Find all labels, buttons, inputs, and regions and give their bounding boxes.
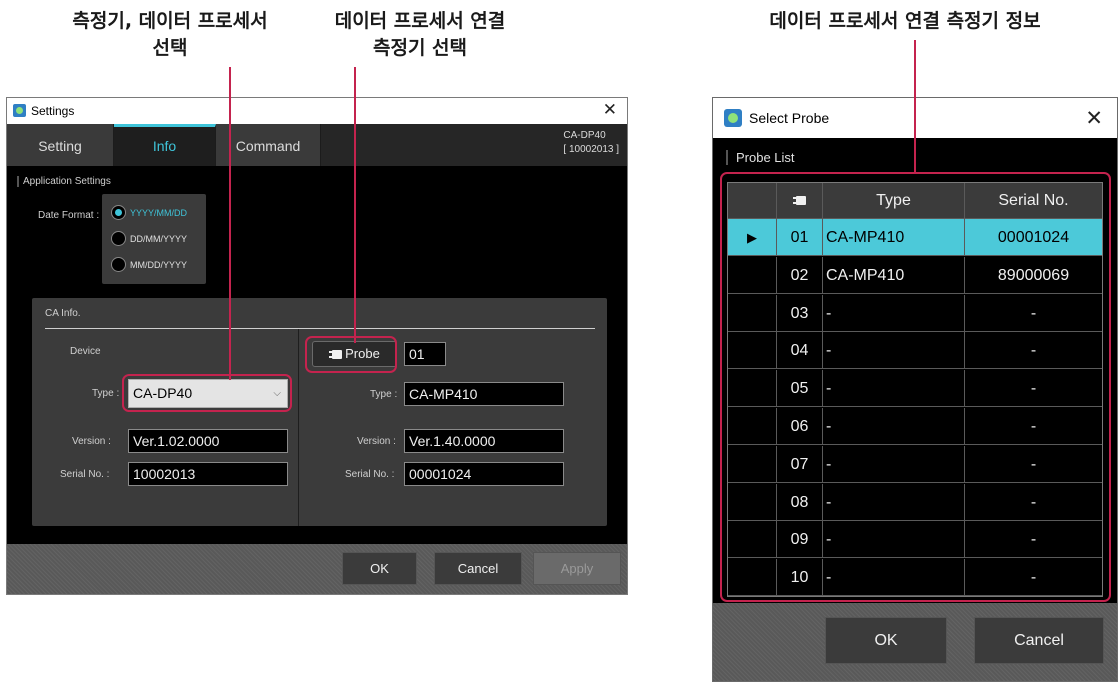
app-icon — [724, 109, 742, 127]
tab-command[interactable]: Command — [216, 124, 321, 166]
highlight-device-type — [122, 374, 292, 412]
app-icon — [13, 104, 26, 117]
ca-info-panel: CA Info. Device Type : CA-DP40 ⌵ Version… — [32, 298, 607, 526]
device-label: Device — [70, 346, 101, 357]
settings-title: Settings — [31, 104, 75, 118]
radio-yyyy-mm-dd[interactable] — [111, 205, 126, 220]
tab-bar: Setting Info Command CA-DP40 [ 10002013 … — [7, 124, 627, 166]
close-icon[interactable]: ✕ — [1085, 106, 1103, 131]
select-probe-title: Select Probe — [749, 110, 830, 126]
probe-number-field: 01 — [404, 342, 446, 366]
probe-list-label: Probe List — [726, 150, 795, 165]
probe-version-label: Version : — [357, 436, 396, 447]
settings-titlebar: Settings ✕ — [7, 98, 627, 124]
ok-button[interactable]: OK — [342, 552, 417, 585]
ca-info-label: CA Info. — [45, 308, 81, 319]
probe-serial-field: 00001024 — [404, 462, 564, 486]
device-serial-label: Serial No. : — [60, 469, 110, 480]
date-format-group: YYYY/MM/DD DD/MM/YYYY MM/DD/YYYY — [102, 194, 206, 284]
date-format-option[interactable]: YYYY/MM/DD — [130, 208, 187, 218]
annotation-probe-selection: 데이터 프로세서 연결측정기 선택 — [300, 8, 540, 62]
tab-info[interactable]: Info — [114, 124, 216, 166]
annotation-pointer — [229, 67, 231, 380]
highlight-probe-list — [720, 172, 1111, 602]
annotation-line: 선택 — [152, 37, 188, 59]
probe-type-field: CA-MP410 — [404, 382, 564, 406]
settings-footer: OK Cancel Apply — [7, 544, 627, 594]
date-format-option[interactable]: MM/DD/YYYY — [130, 260, 187, 270]
tab-setting[interactable]: Setting — [7, 124, 114, 166]
divider — [45, 328, 595, 329]
connected-device-id: CA-DP40 [ 10002013 ] — [563, 129, 619, 157]
annotation-pointer — [354, 67, 356, 343]
apply-button[interactable]: Apply — [533, 552, 621, 585]
cancel-button[interactable]: Cancel — [974, 617, 1104, 664]
radio-dd-mm-yyyy[interactable] — [111, 231, 126, 246]
highlight-probe-button — [305, 336, 397, 373]
annotation-device-selection: 측정기, 데이터 프로세서선택 — [45, 8, 295, 62]
annotation-probe-info: 데이터 프로세서 연결 측정기 정보 — [769, 10, 1041, 32]
cancel-button[interactable]: Cancel — [434, 552, 522, 585]
panel-divider — [298, 329, 299, 526]
device-id-model: CA-DP40 — [563, 130, 606, 141]
select-probe-footer: OK Cancel — [713, 603, 1117, 681]
device-version-field: Ver.1.02.0000 — [128, 429, 288, 453]
device-serial-field: 10002013 — [128, 462, 288, 486]
annotation-line: 측정기, 데이터 프로세서 — [72, 10, 268, 32]
annotation-pointer — [914, 40, 916, 172]
device-id-serial: [ 10002013 ] — [563, 144, 619, 155]
date-format-label: Date Format : — [38, 210, 100, 221]
annotation-line: 데이터 프로세서 연결 — [334, 10, 506, 32]
close-icon[interactable]: ✕ — [603, 100, 617, 120]
ok-button[interactable]: OK — [825, 617, 947, 664]
date-format-option[interactable]: DD/MM/YYYY — [130, 234, 187, 244]
application-settings-label: Application Settings — [17, 176, 111, 187]
device-version-label: Version : — [72, 436, 111, 447]
probe-type-label: Type : — [370, 389, 398, 400]
probe-version-field: Ver.1.40.0000 — [404, 429, 564, 453]
device-type-label: Type : — [92, 388, 120, 399]
annotation-line: 측정기 선택 — [372, 37, 467, 59]
radio-mm-dd-yyyy[interactable] — [111, 257, 126, 272]
probe-serial-label: Serial No. : — [345, 469, 395, 480]
